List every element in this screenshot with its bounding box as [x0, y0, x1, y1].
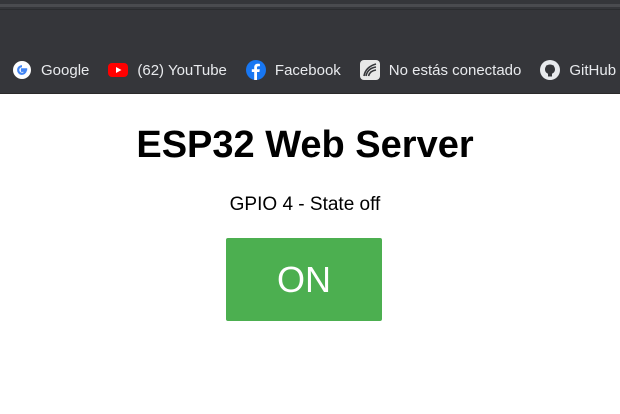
moodle-icon — [359, 60, 380, 80]
bookmark-label: (62) YouTube — [137, 61, 227, 79]
youtube-icon — [108, 60, 129, 80]
bookmark-label: GitHub — [569, 61, 617, 79]
bookmark-youtube[interactable]: (62) YouTube — [96, 55, 234, 85]
on-button[interactable]: ON — [226, 238, 382, 321]
bookmark-moodle[interactable]: No estás conectado — [348, 55, 529, 85]
bookmark-label: Facebook — [274, 61, 341, 79]
web-page: ESP32 Web Server GPIO 4 - State off ON — [0, 94, 620, 414]
bookmark-facebook[interactable]: Facebook — [234, 55, 348, 85]
tab-strip-divider — [0, 9, 620, 10]
gpio-state-text: GPIO 4 - State off — [229, 194, 381, 215]
page-title: ESP32 Web Server — [136, 124, 474, 166]
bookmark-label: Google — [41, 61, 90, 79]
facebook-icon — [245, 60, 266, 80]
bookmark-github[interactable]: GitHub — [528, 55, 620, 85]
bookmark-label: No estás conectado — [388, 61, 522, 79]
bookmarks-bar: Google (62) YouTube Facebook No estás co… — [0, 47, 620, 94]
google-icon — [12, 60, 32, 80]
github-icon — [540, 60, 561, 80]
browser-title-bar — [0, 0, 620, 47]
tab-strip-edge — [0, 4, 620, 7]
bookmark-google[interactable]: Google — [0, 55, 96, 85]
